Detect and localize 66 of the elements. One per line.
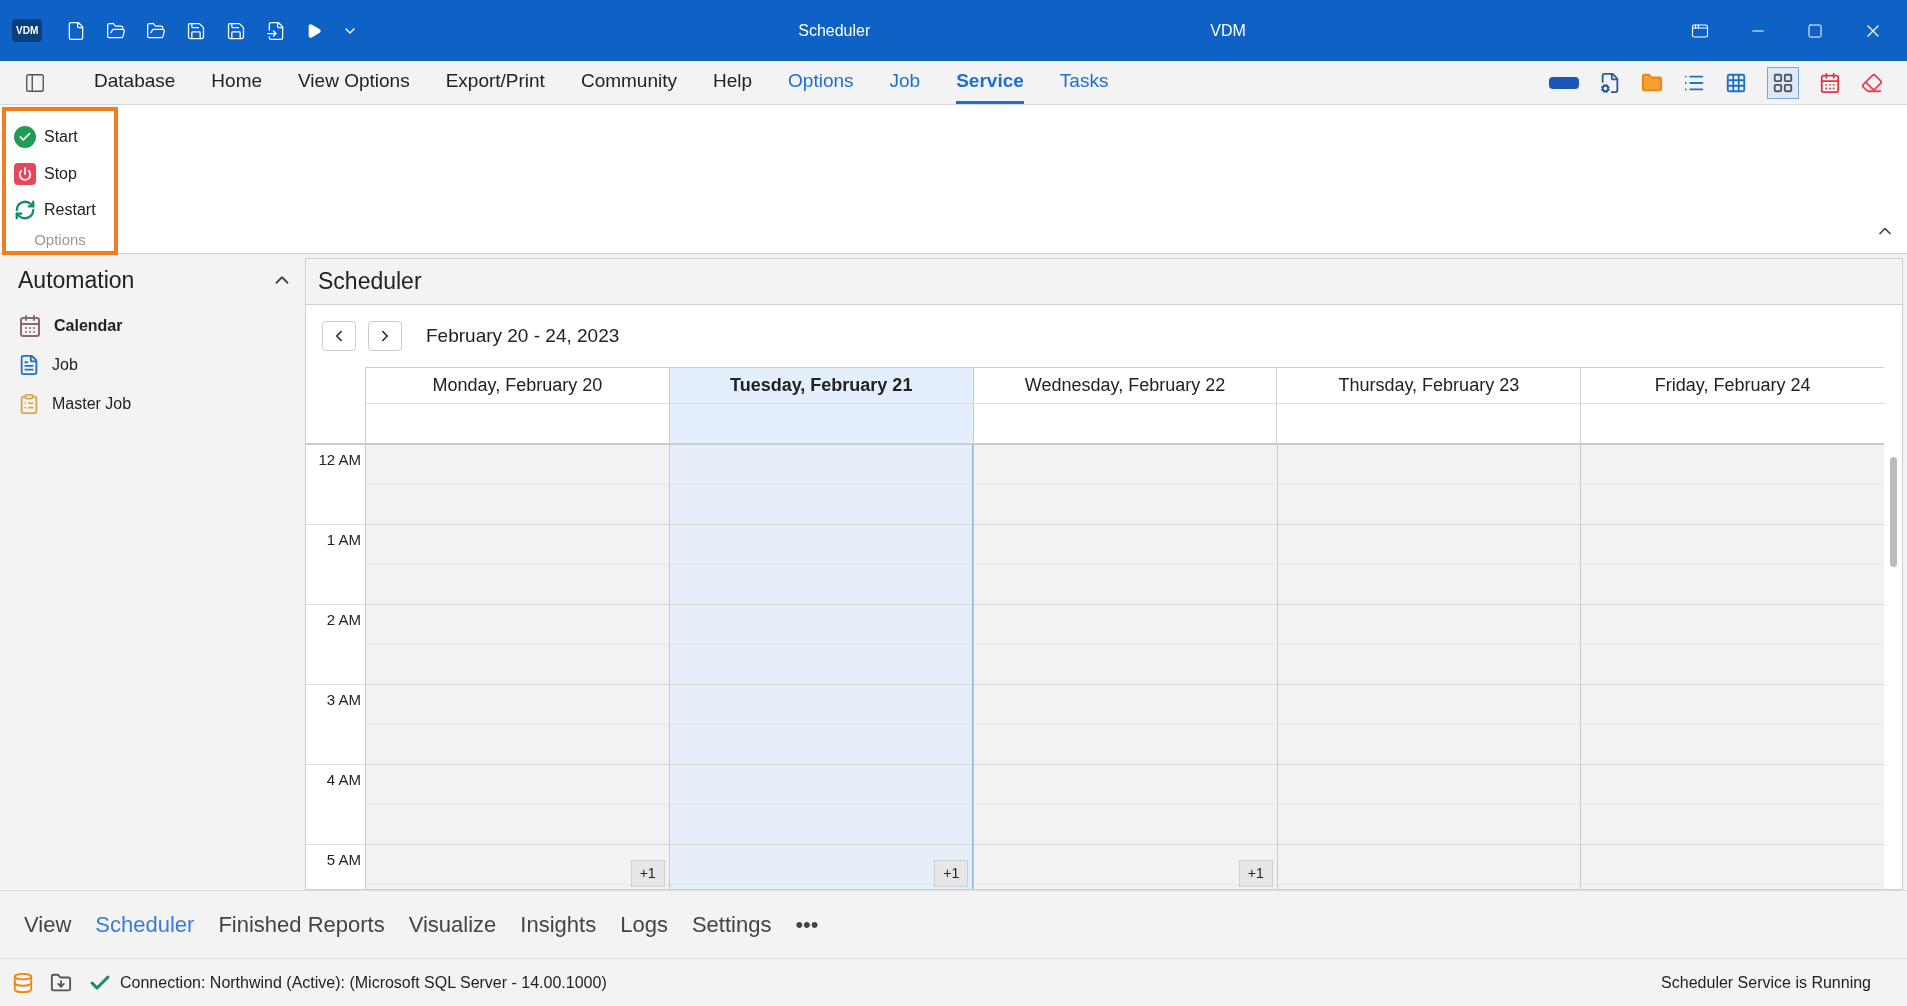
bottom-tab[interactable]: Finished Reports bbox=[218, 908, 385, 941]
ribbon-button[interactable]: Restart bbox=[14, 192, 106, 229]
save-as-icon[interactable] bbox=[226, 20, 247, 41]
bottom-tab[interactable]: View bbox=[24, 908, 72, 941]
file-settings-icon[interactable] bbox=[1599, 71, 1621, 94]
bottom-tab[interactable]: Scheduler bbox=[95, 908, 195, 941]
bottom-tab[interactable]: ••• bbox=[795, 908, 819, 941]
time-label: 4 AM bbox=[326, 770, 361, 790]
save-icon[interactable] bbox=[186, 20, 207, 41]
panel-toggle-icon[interactable] bbox=[24, 71, 46, 94]
menu-tab[interactable]: Home bbox=[211, 61, 263, 104]
ribbon-button[interactable]: Stop bbox=[14, 155, 106, 192]
bottom-tab[interactable]: Settings bbox=[691, 908, 772, 941]
menu-tab[interactable]: Help bbox=[713, 61, 753, 104]
menu-tab[interactable]: Community bbox=[580, 61, 677, 104]
menu-tab[interactable]: Database bbox=[94, 61, 176, 104]
open-folder-dropdown-icon[interactable] bbox=[146, 20, 167, 41]
tile-view-button[interactable] bbox=[1767, 66, 1799, 99]
time-label: 1 AM bbox=[326, 530, 361, 550]
menu-tab[interactable]: Options bbox=[788, 61, 854, 104]
sidebar-item[interactable]: Master Job bbox=[18, 384, 293, 423]
maximize-icon[interactable] bbox=[1807, 22, 1823, 39]
menu-tab[interactable]: Job bbox=[889, 61, 921, 104]
open-folder-icon[interactable] bbox=[106, 20, 127, 41]
window-title: Scheduler bbox=[798, 20, 871, 41]
play-icon[interactable] bbox=[306, 22, 323, 39]
panel-title: Scheduler bbox=[318, 267, 422, 297]
app-name: VDM bbox=[1210, 20, 1246, 41]
ribbon-group-label: Options bbox=[33, 229, 87, 250]
power-icon bbox=[14, 162, 36, 185]
bottom-tab[interactable]: Logs bbox=[620, 908, 668, 941]
grid-icon[interactable] bbox=[1725, 71, 1747, 94]
service-status: Scheduler Service is Running bbox=[1661, 972, 1871, 993]
more-events-badge[interactable]: +1 bbox=[1238, 860, 1273, 887]
ribbon-button[interactable]: Start bbox=[14, 119, 106, 156]
day-header[interactable]: Thursday, February 23 bbox=[1276, 367, 1581, 443]
refresh-icon bbox=[14, 199, 36, 222]
theme-icon[interactable] bbox=[1549, 76, 1579, 89]
menu-tab[interactable]: View Options bbox=[298, 61, 410, 104]
menu-tab[interactable]: Tasks bbox=[1059, 61, 1109, 104]
day-header[interactable]: Tuesday, February 21 bbox=[668, 367, 973, 443]
connection-status: Connection: Northwind (Active): (Microsoft SQL Server - 14.00.1000) bbox=[120, 972, 607, 993]
sidebar-item[interactable]: Job bbox=[18, 345, 293, 384]
calendar-icon[interactable] bbox=[1819, 71, 1841, 94]
menu-tab[interactable]: Export/Print bbox=[445, 61, 545, 104]
time-label: 2 AM bbox=[326, 610, 361, 630]
time-label: 12 AM bbox=[318, 450, 361, 470]
app-logo: VDM bbox=[12, 19, 43, 42]
day-header[interactable]: Wednesday, February 22 bbox=[972, 367, 1277, 443]
time-label: 3 AM bbox=[326, 690, 361, 710]
eraser-icon[interactable] bbox=[1861, 71, 1883, 94]
day-header[interactable]: Monday, February 20 bbox=[365, 367, 669, 443]
restore-ribbon-icon[interactable] bbox=[1691, 21, 1709, 40]
sidebar-title: Automation bbox=[18, 265, 135, 295]
bottom-tab[interactable]: Insights bbox=[520, 908, 597, 941]
date-range: February 20 - 24, 2023 bbox=[426, 323, 620, 348]
more-events-badge[interactable]: +1 bbox=[934, 860, 969, 887]
calendar-icon bbox=[18, 313, 42, 338]
clipboard-icon bbox=[18, 392, 40, 415]
document-icon bbox=[18, 353, 40, 376]
day-header[interactable]: Friday, February 24 bbox=[1580, 367, 1884, 443]
sidebar-item[interactable]: Calendar bbox=[18, 306, 293, 345]
folder-download-icon[interactable] bbox=[50, 971, 72, 994]
time-label: 5 AM bbox=[326, 850, 361, 870]
bottom-tab[interactable]: Visualize bbox=[408, 908, 497, 941]
more-events-badge[interactable]: +1 bbox=[630, 860, 665, 887]
